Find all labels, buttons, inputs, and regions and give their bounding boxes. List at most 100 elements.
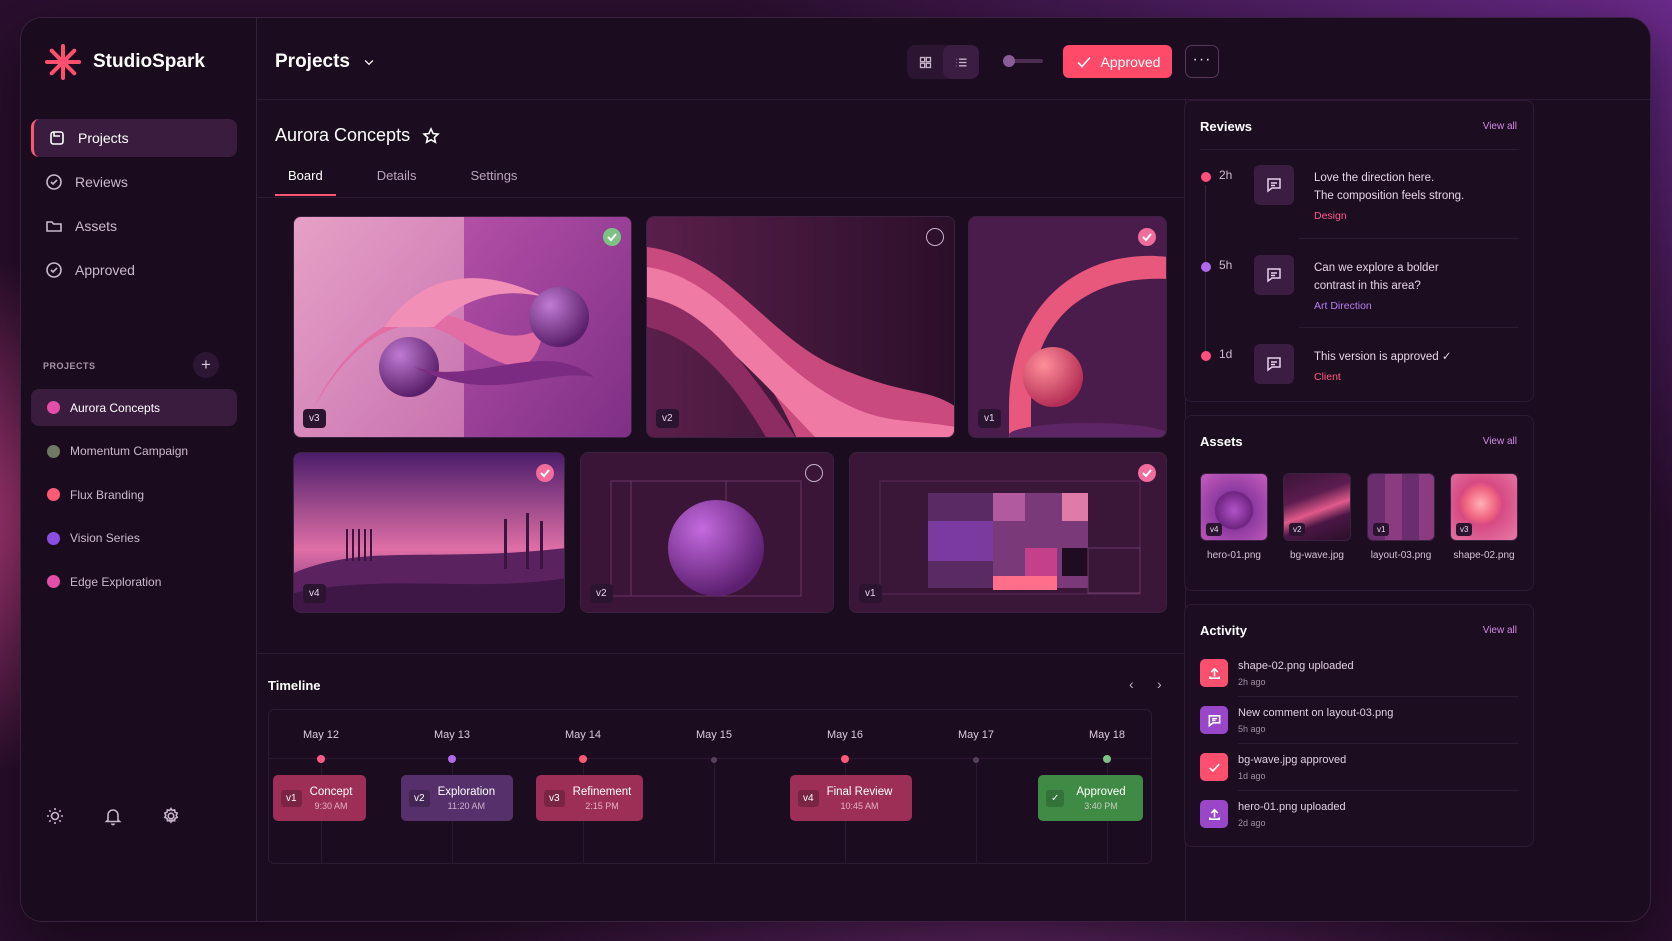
divider [1299,238,1519,239]
board-card[interactable]: v2 [580,452,834,613]
list-icon [952,53,970,71]
nav-item-reviews[interactable]: Reviews [31,163,237,201]
reviews-view-all-link[interactable]: View all [1483,121,1517,132]
asset-tile[interactable]: v3 shape-02.png [1450,473,1518,561]
unselected-circle-icon[interactable] [805,464,823,482]
project-label: Edge Exploration [70,574,162,589]
review-time: 5h [1219,258,1233,272]
project-item-aurora-concepts[interactable]: Aurora Concepts [31,389,237,426]
event-version: v2 [409,789,430,807]
main-content: Aurora Concepts Board Details Settings v… [257,100,1186,921]
theme-sun-icon[interactable] [45,806,65,826]
asset-tile[interactable]: v2 bg-wave.jpg [1283,473,1351,561]
more-options-button[interactable]: ··· [1185,45,1219,78]
sidebar-footer [45,806,181,826]
project-item-edge-exploration[interactable]: Edge Exploration [31,563,237,600]
nav-item-label: Approved [75,262,135,278]
timeline-date: May 18 [1088,729,1126,741]
timeline-date: May 14 [564,729,602,741]
bell-icon[interactable] [103,806,123,826]
unselected-circle-icon[interactable] [926,228,944,246]
timeline-event[interactable]: v2 Exploration 11:20 AM [401,775,513,821]
chevron-left-icon[interactable]: ‹ [1129,676,1134,692]
slider-knob[interactable] [1003,55,1015,67]
nav-item-assets[interactable]: Assets [31,207,237,245]
comment-icon [1200,706,1228,734]
nav-item-projects[interactable]: Projects [31,119,237,157]
view-toggle [907,45,979,79]
reviews-title: Reviews [1200,119,1253,134]
board-card[interactable]: v3 [293,216,632,438]
reviews-panel: Reviews View all 2h Love the direction h… [1184,100,1534,402]
page-title-dropdown[interactable]: Projects [275,51,378,73]
list-view-button[interactable] [943,45,979,79]
project-color-dot [47,401,60,414]
board-card[interactable]: v1 [849,452,1167,613]
chevron-right-icon[interactable]: › [1157,676,1162,692]
project-label: Vision Series [70,531,140,545]
review-tag[interactable]: Client [1314,368,1504,386]
divider [1299,327,1519,328]
review-tag[interactable]: Art Direction [1314,297,1504,315]
approved-check-icon[interactable] [1138,228,1156,246]
timeline-axis [269,758,1151,759]
asset-tile[interactable]: v4 hero-01.png [1200,473,1268,561]
timeline-dot [1103,755,1111,763]
review-tag[interactable]: Design [1314,207,1504,225]
asset-thumbnail: v1 [1367,473,1435,541]
activity-time: 5h ago [1238,724,1266,734]
timeline-event[interactable]: v3 Refinement 2:15 PM [536,775,643,821]
timeline-event[interactable]: v4 Final Review 10:45 AM [790,775,912,821]
app-window: StudioSpark Projects Reviews Assets Appr… [20,17,1651,922]
project-item-momentum-campaign[interactable]: Momentum Campaign [31,433,237,470]
activity-item[interactable]: hero-01.png uploaded 2d ago [1200,800,1520,844]
asset-version: v1 [1373,523,1390,536]
comment-icon [1254,344,1294,384]
artwork-image [294,217,631,437]
assets-view-all-link[interactable]: View all [1483,436,1517,447]
board-card[interactable]: v1 [968,216,1167,438]
approved-check-icon[interactable] [536,464,554,482]
event-time: 2:15 PM [585,800,619,811]
review-text: Love the direction here. [1314,172,1435,184]
gear-icon[interactable] [161,806,181,826]
board-card[interactable]: v4 [293,452,565,613]
approved-check-icon[interactable] [603,228,621,246]
activity-time: 1d ago [1238,771,1266,781]
add-project-button[interactable]: + [193,352,219,378]
asset-thumbnail: v3 [1450,473,1518,541]
star-icon[interactable] [422,126,440,145]
project-label: Aurora Concepts [70,400,161,415]
tab-settings[interactable]: Settings [457,168,530,196]
review-text: Can we explore a bolder [1314,262,1439,274]
timeline-event[interactable]: v1 Concept 9:30 AM [273,775,366,821]
nav-item-approved[interactable]: Approved [31,251,237,289]
approved-button[interactable]: Approved [1063,45,1172,78]
review-text: This version is approved ✓ [1314,351,1452,363]
project-item-vision-series[interactable]: Vision Series [31,520,237,557]
activity-text: bg-wave.jpg approved [1238,754,1347,766]
asset-name: bg-wave.jpg [1290,550,1344,561]
asset-name: hero-01.png [1207,550,1261,561]
chevron-down-icon [360,53,378,71]
zoom-slider[interactable] [1003,55,1043,67]
tab-details[interactable]: Details [364,168,430,196]
grid-view-button[interactable] [907,45,943,79]
timeline-dot [841,755,849,763]
board-card[interactable]: v2 [646,216,955,438]
check-icon [1200,753,1228,781]
asset-tile[interactable]: v1 layout-03.png [1367,473,1435,561]
review-text: contrast in this area? [1314,280,1421,292]
divider [1238,696,1519,697]
timeline-section: Timeline ‹ › May 12 May 13 May 14 May 15… [257,653,1186,921]
activity-view-all-link[interactable]: View all [1483,625,1517,636]
asset-version: v4 [1206,523,1223,536]
divider [1238,790,1519,791]
tab-board[interactable]: Board [275,168,336,196]
logo[interactable]: StudioSpark [43,42,205,82]
version-badge: v1 [859,584,882,603]
project-item-flux-branding[interactable]: Flux Branding [31,476,237,513]
activity-time: 2h ago [1238,677,1266,687]
approved-check-icon[interactable] [1138,464,1156,482]
timeline-event[interactable]: ✓ Approved 3:40 PM [1038,775,1143,821]
